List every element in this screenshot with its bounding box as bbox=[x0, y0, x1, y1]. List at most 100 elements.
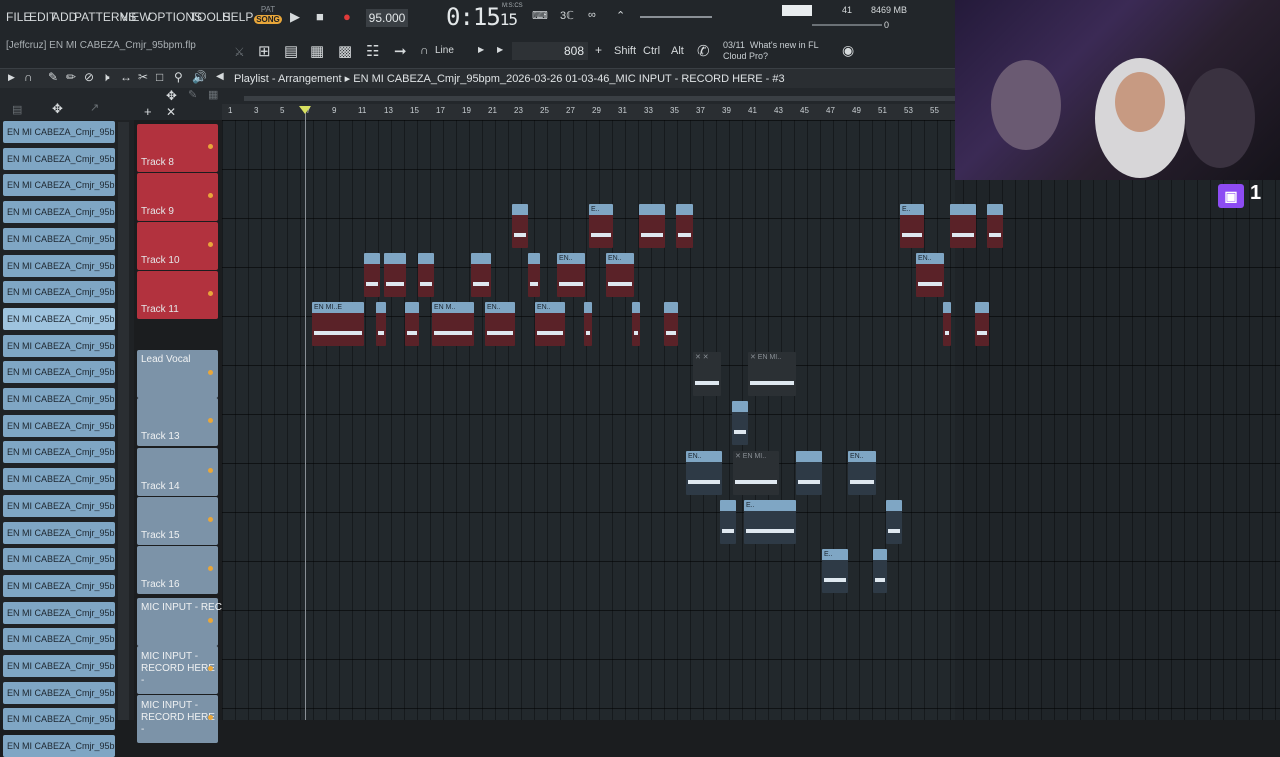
clip-header[interactable]: EN.. bbox=[535, 302, 565, 313]
pattern-item[interactable]: EN MI CABEZA_Cmjr_95bp... bbox=[3, 441, 115, 464]
clip-header[interactable]: EN M.. bbox=[432, 302, 474, 313]
audio-clip[interactable] bbox=[512, 204, 528, 248]
move-icon[interactable]: ✥ bbox=[166, 88, 177, 104]
clip-header[interactable]: EN.. bbox=[916, 253, 944, 264]
link-icon[interactable]: ↗ bbox=[90, 101, 99, 114]
clip-header[interactable] bbox=[720, 500, 736, 511]
clip-header[interactable]: E.. bbox=[744, 500, 796, 511]
pattern-item[interactable]: EN MI CABEZA_Cmjr_95bp... bbox=[3, 361, 115, 384]
zoom-tool-icon[interactable]: ⚲ bbox=[174, 70, 183, 84]
audio-clip[interactable]: EN.. bbox=[535, 302, 565, 346]
audio-clip[interactable] bbox=[720, 500, 736, 544]
clip-header[interactable] bbox=[405, 302, 419, 313]
track-led-icon[interactable] bbox=[208, 193, 213, 198]
slip-tool-icon[interactable]: ↔ bbox=[120, 70, 132, 84]
audio-clip[interactable] bbox=[418, 253, 434, 297]
clip-header[interactable] bbox=[676, 204, 693, 215]
clip-header[interactable]: EN.. bbox=[686, 451, 722, 462]
clip-header[interactable] bbox=[987, 204, 1003, 215]
menu-file[interactable]: FILE bbox=[6, 10, 31, 24]
pattern-scrollbar[interactable] bbox=[118, 122, 129, 720]
menu-help[interactable]: HELP bbox=[222, 10, 253, 24]
clip-header[interactable]: ✕ EN MI.. bbox=[748, 352, 796, 363]
clip-header[interactable] bbox=[873, 549, 887, 560]
close-icon[interactable]: ✕ bbox=[166, 105, 176, 119]
track-led-icon[interactable] bbox=[208, 666, 213, 671]
loop-record-icon[interactable]: ∞ bbox=[588, 9, 596, 21]
pat-song-toggle[interactable]: PAT SONG bbox=[254, 5, 282, 31]
plus-icon[interactable]: + bbox=[595, 43, 602, 57]
track-led-icon[interactable] bbox=[208, 715, 213, 720]
clip-header[interactable] bbox=[471, 253, 491, 264]
clip-header[interactable] bbox=[975, 302, 989, 313]
menu-view[interactable]: VIEW bbox=[120, 10, 151, 24]
value-field[interactable]: 808 bbox=[512, 42, 588, 60]
clip-header[interactable]: EN.. bbox=[848, 451, 876, 462]
add-track-icon[interactable]: + bbox=[144, 104, 152, 119]
audio-clip[interactable]: EN.. bbox=[606, 253, 634, 297]
pattern-item[interactable]: EN MI CABEZA_Cmjr_95bp... bbox=[3, 227, 115, 250]
pattern-item[interactable]: EN MI CABEZA_Cmjr_95bp... bbox=[3, 735, 115, 757]
clip-header[interactable]: E.. bbox=[822, 549, 848, 560]
clip-header[interactable] bbox=[886, 500, 902, 511]
pattern-item[interactable]: EN MI CABEZA_Cmjr_95bp... bbox=[3, 201, 115, 224]
horizontal-scrollbar[interactable] bbox=[244, 96, 955, 101]
pattern-item[interactable]: EN MI CABEZA_Cmjr_95bp... bbox=[3, 468, 115, 491]
menu-arrow-icon[interactable]: ▶ bbox=[8, 72, 15, 83]
clip-header[interactable] bbox=[796, 451, 822, 462]
edit-icon[interactable]: ✎ bbox=[188, 88, 197, 101]
pattern-item[interactable]: EN MI CABEZA_Cmjr_95bp... bbox=[3, 521, 115, 544]
arrow-right-icon[interactable]: ➞ bbox=[394, 42, 407, 60]
grid-icon[interactable]: ▦ bbox=[208, 88, 218, 101]
alt-key[interactable]: Alt bbox=[671, 45, 684, 57]
clip-header[interactable] bbox=[364, 253, 380, 264]
clip-header[interactable]: ✕ EN MI.. bbox=[733, 451, 779, 462]
magnet-icon[interactable]: ∩ bbox=[420, 43, 429, 57]
audio-clip[interactable] bbox=[886, 500, 902, 544]
audio-clip[interactable]: ✕ ✕ bbox=[693, 352, 721, 396]
audio-clip[interactable]: E.. bbox=[744, 500, 796, 544]
pattern-item[interactable]: EN MI CABEZA_Cmjr_95bp... bbox=[3, 334, 115, 357]
paint-tool-icon[interactable]: ✏ bbox=[66, 70, 76, 84]
magnet-snap-icon[interactable]: ∩ bbox=[24, 70, 33, 84]
audio-clip[interactable] bbox=[384, 253, 406, 297]
audio-clip[interactable]: EN.. bbox=[848, 451, 876, 495]
metronome-icon[interactable]: ⌃ bbox=[616, 9, 625, 22]
audio-clip[interactable]: EN.. bbox=[916, 253, 944, 297]
audio-clip[interactable]: E.. bbox=[900, 204, 924, 248]
select-tool-icon[interactable]: □ bbox=[156, 70, 163, 84]
audio-clip[interactable] bbox=[664, 302, 678, 346]
clip-header[interactable] bbox=[632, 302, 640, 313]
play-icon[interactable]: ▶ bbox=[290, 9, 300, 25]
speaker-icon[interactable]: ◀ bbox=[216, 71, 224, 82]
mixer-icon[interactable]: ☷ bbox=[366, 42, 379, 60]
clip-header[interactable] bbox=[639, 204, 665, 215]
clip-header[interactable] bbox=[384, 253, 406, 264]
piano-roll-icon[interactable]: ▩ bbox=[338, 42, 352, 60]
clip-header[interactable] bbox=[584, 302, 592, 313]
pattern-item[interactable]: EN MI CABEZA_Cmjr_95bp... bbox=[3, 121, 115, 143]
clip-header[interactable] bbox=[950, 204, 976, 215]
audio-clip[interactable] bbox=[796, 451, 822, 495]
audio-clip[interactable] bbox=[676, 204, 693, 248]
track-led-icon[interactable] bbox=[208, 566, 213, 571]
clip-header[interactable]: ✕ ✕ bbox=[693, 352, 721, 363]
slice-tool-icon[interactable]: ✂ bbox=[138, 70, 148, 84]
pattern-item[interactable]: EN MI CABEZA_Cmjr_95bp... bbox=[3, 147, 115, 170]
pattern-item[interactable]: EN MI CABEZA_Cmjr_95bp... bbox=[3, 548, 115, 571]
playback-tool-icon[interactable]: 🔊 bbox=[192, 70, 207, 84]
clip-header[interactable]: E.. bbox=[900, 204, 924, 215]
clip-header[interactable] bbox=[376, 302, 386, 313]
pattern-item[interactable]: EN MI CABEZA_Cmjr_95bp... bbox=[3, 281, 115, 304]
audio-clip[interactable]: EN.. bbox=[485, 302, 515, 346]
pattern-item[interactable]: EN MI CABEZA_Cmjr_95bp... bbox=[3, 655, 115, 677]
audio-clip[interactable] bbox=[364, 253, 380, 297]
snap-arrow-icon[interactable]: ▶ bbox=[478, 45, 484, 54]
track-led-icon[interactable] bbox=[208, 418, 213, 423]
track-led-icon[interactable] bbox=[208, 144, 213, 149]
audio-clip[interactable] bbox=[943, 302, 951, 346]
playhead[interactable] bbox=[305, 112, 306, 720]
news-panel[interactable]: 03/11 What's new in FL Cloud Pro? bbox=[723, 40, 819, 62]
snap-mode[interactable]: Line bbox=[435, 45, 454, 56]
shift-key[interactable]: Shift bbox=[614, 45, 636, 57]
